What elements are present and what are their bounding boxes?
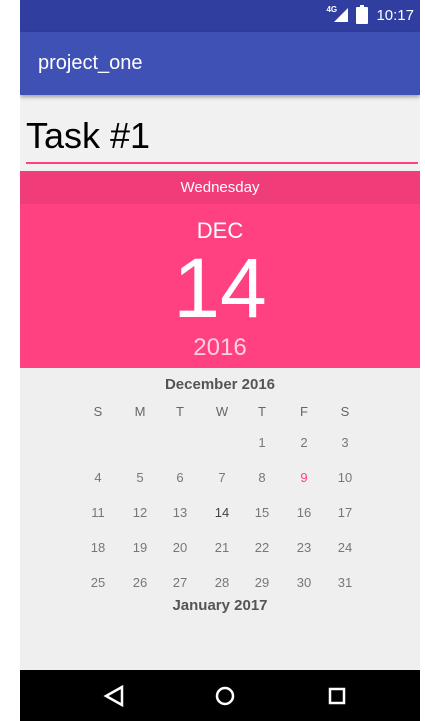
recents-icon	[328, 687, 346, 705]
calendar-day[interactable]: 4	[78, 470, 118, 485]
app-title: project_one	[38, 52, 143, 74]
calendar-day[interactable]: 14	[202, 505, 242, 520]
app-bar: project_one	[20, 32, 420, 95]
weekday-label: F	[300, 404, 308, 419]
status-icons: 4G 10:17	[326, 4, 414, 24]
back-button[interactable]	[94, 680, 134, 712]
weekday-label: S	[93, 404, 103, 419]
calendar-day[interactable]: 29	[242, 575, 282, 590]
calendar-day[interactable]: 31	[325, 575, 365, 590]
calendar-day[interactable]: 16	[284, 505, 324, 520]
calendar-day[interactable]: 22	[242, 540, 282, 555]
calendar-month-title: December 2016	[164, 376, 276, 393]
calendar-day[interactable]: 20	[160, 540, 200, 555]
calendar-day[interactable]: 12	[120, 505, 160, 520]
calendar-day[interactable]: 23	[284, 540, 324, 555]
selected-year[interactable]: 2016	[20, 334, 420, 362]
calendar-day[interactable]: 5	[120, 470, 160, 485]
calendar-day[interactable]: 19	[120, 540, 160, 555]
weekday-label: T	[258, 404, 266, 419]
phone-screen: 4G 10:17 project_one Task #1 Wednesday D…	[20, 0, 420, 721]
recents-button[interactable]	[317, 680, 357, 712]
selected-day[interactable]: 14	[20, 244, 420, 332]
calendar-day[interactable]: 1	[242, 435, 282, 450]
calendar-day[interactable]: 10	[325, 470, 365, 485]
calendar-day[interactable]: 15	[242, 505, 282, 520]
selected-weekday: Wednesday	[20, 171, 420, 204]
calendar-day[interactable]: 6	[160, 470, 200, 485]
weekday-label: W	[215, 404, 229, 419]
calendar-day[interactable]: 11	[78, 505, 118, 520]
calendar-day[interactable]: 27	[160, 575, 200, 590]
weekday-label: S	[340, 404, 350, 419]
calendar-day[interactable]: 21	[202, 540, 242, 555]
status-time: 10:17	[376, 6, 414, 24]
calendar-day[interactable]: 17	[325, 505, 365, 520]
calendar-day[interactable]: 18	[78, 540, 118, 555]
calendar-day[interactable]: 24	[325, 540, 365, 555]
back-icon	[103, 684, 124, 708]
calendar-view: December 2016 SMTWTFS 1 2 3 4 5 6 7 8 9 10 11 12 13 1…	[20, 368, 420, 670]
calendar-day[interactable]: 2	[284, 435, 324, 450]
status-bar: 4G 10:17	[20, 0, 420, 32]
calendar-day[interactable]: 7	[202, 470, 242, 485]
navigation-bar	[20, 670, 420, 721]
task-name-input[interactable]: Task #1	[26, 114, 418, 164]
home-button[interactable]	[205, 680, 245, 712]
calendar-day[interactable]: 9	[284, 470, 324, 485]
weekday-label: M	[134, 404, 146, 419]
calendar-day[interactable]: 30	[284, 575, 324, 590]
signal-icon: 4G	[326, 5, 349, 24]
calendar-day[interactable]: 25	[78, 575, 118, 590]
battery-icon	[356, 4, 369, 24]
home-icon	[215, 686, 235, 706]
calendar-day[interactable]: 13	[160, 505, 200, 520]
weekday-label: T	[176, 404, 184, 419]
calendar-day[interactable]: 26	[120, 575, 160, 590]
calendar-day[interactable]: 3	[325, 435, 365, 450]
calendar-day[interactable]: 28	[202, 575, 242, 590]
calendar-day[interactable]: 8	[242, 470, 282, 485]
next-month-title: January 2017	[172, 597, 268, 614]
date-picker-header: Wednesday DEC 14 2016	[20, 171, 420, 368]
